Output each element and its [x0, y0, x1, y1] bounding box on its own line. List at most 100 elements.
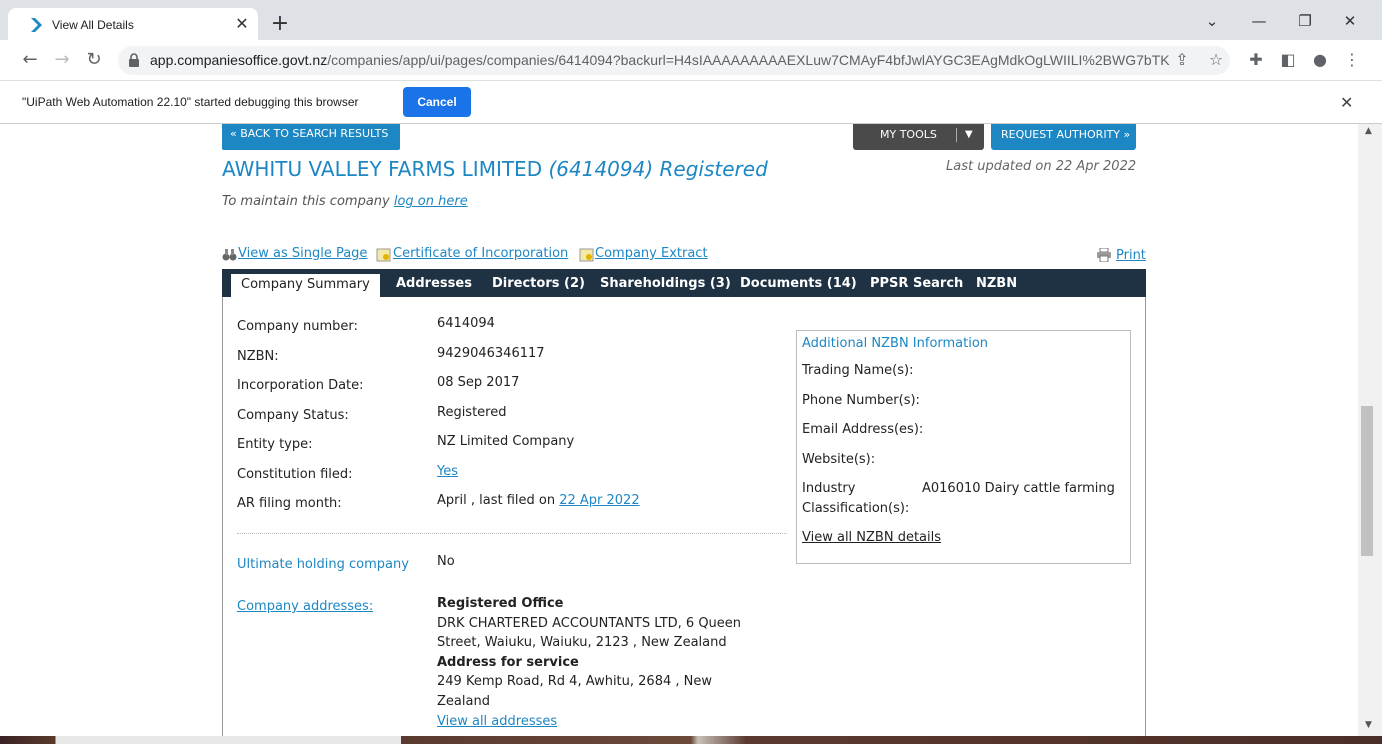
tab-shareholdings[interactable]: Shareholdings (3) [600, 269, 731, 297]
back-arrow-icon[interactable]: ← [18, 48, 42, 72]
registered-office-line-1: DRK CHARTERED ACCOUNTANTS LTD, 6 Queen [437, 615, 742, 631]
address-for-service-heading: Address for service [437, 654, 579, 670]
back-to-search-results-button[interactable]: « BACK TO SEARCH RESULTS [222, 124, 400, 150]
reload-icon[interactable]: ↻ [82, 48, 106, 72]
websites-label: Website(s): [802, 452, 876, 467]
ar-filing-prefix: April , last filed on [437, 493, 556, 508]
cancel-debugging-button[interactable]: Cancel [403, 87, 471, 117]
ar-filing-month-label: AR filing month: [237, 496, 342, 511]
binoculars-icon [222, 249, 237, 261]
company-addresses-block: Registered Office DRK CHARTERED ACCOUNTA… [437, 594, 741, 731]
ar-filing-month-value: April , last filed on 22 Apr 2022 [437, 493, 640, 508]
certificate-of-incorporation-link[interactable]: Certificate of Incorporation [393, 246, 568, 261]
address-for-service-line-1: 249 Kemp Road, Rd 4, Awhitu, 2684 , New [437, 674, 712, 690]
certificate-icon [376, 248, 391, 262]
company-extract-link[interactable]: Company Extract [595, 246, 708, 261]
tab-close-icon[interactable]: ✕ [232, 14, 252, 34]
menu-dots-icon[interactable]: ⋮ [1342, 50, 1362, 69]
registered-office-heading: Registered Office [437, 596, 564, 611]
company-title: AWHITU VALLEY FARMS LIMITED (6414094) Re… [222, 157, 768, 181]
company-status-value: Registered [437, 405, 507, 420]
nzbn-info-title: Additional NZBN Information [802, 336, 989, 351]
forward-arrow-icon[interactable]: → [50, 48, 74, 72]
company-id: (6414094) [548, 157, 654, 181]
os-taskbar-edge [0, 736, 1382, 744]
entity-type-label: Entity type: [237, 437, 313, 452]
lock-icon [129, 53, 139, 67]
incorporation-date-value: 08 Sep 2017 [437, 375, 520, 390]
tab-title: View All Details [52, 18, 134, 32]
tab-nzbn[interactable]: NZBN [976, 269, 1017, 297]
scroll-down-arrow-icon[interactable]: ▼ [1365, 720, 1372, 730]
registered-office-line-2: Street, Waiuku, Waiuku, 2123 , New Zeala… [437, 635, 727, 651]
my-tools-button[interactable]: MY TOOLS ▼ [853, 124, 984, 150]
maintain-prefix: To maintain this company [222, 194, 390, 209]
tab-search-icon[interactable]: ⌄ [1200, 12, 1224, 30]
my-tools-label: MY TOOLS [880, 128, 937, 141]
ar-filed-date-link[interactable]: 22 Apr 2022 [559, 493, 639, 508]
industry-classification-value: A016010 Dairy cattle farming [922, 481, 1115, 496]
profile-avatar-icon[interactable]: ● [1310, 50, 1330, 69]
restore-icon[interactable]: ❐ [1293, 12, 1317, 30]
log-on-link[interactable]: log on here [394, 194, 468, 209]
view-all-addresses-link[interactable]: View all addresses [437, 714, 557, 729]
dropdown-arrow-icon[interactable]: ▼ [965, 124, 973, 146]
tab-documents[interactable]: Documents (14) [740, 269, 857, 297]
address-for-service-line-2: Zealand [437, 693, 490, 709]
infobar-message: "UiPath Web Automation 22.10" started de… [22, 95, 359, 109]
scrollbar-thumb[interactable] [1361, 406, 1373, 556]
tab-ppsr-search[interactable]: PPSR Search [870, 269, 963, 297]
url-input[interactable]: app.companiesoffice.govt.nz/companies/ap… [118, 46, 1230, 75]
debugging-infobar: "UiPath Web Automation 22.10" started de… [0, 80, 1382, 124]
request-authority-button[interactable]: REQUEST AUTHORITY » [991, 124, 1136, 150]
nzbn-value: 9429046346117 [437, 346, 545, 361]
classification-label: Classification(s): [802, 501, 910, 516]
extensions-puzzle-icon[interactable]: ✚ [1246, 50, 1266, 69]
ultimate-holding-company-label: Ultimate holding company [237, 557, 409, 572]
nzbn-label: NZBN: [237, 349, 279, 364]
share-icon[interactable]: ⇪ [1172, 50, 1192, 69]
company-status-title: Registered [659, 157, 768, 181]
infobar-close-icon[interactable]: ✕ [1340, 93, 1353, 112]
printer-icon[interactable] [1096, 248, 1112, 262]
scroll-up-arrow-icon[interactable]: ▲ [1365, 126, 1372, 136]
bookmark-star-icon[interactable]: ☆ [1206, 50, 1226, 69]
uipath-favicon-icon [31, 18, 42, 32]
constitution-filed-value: Yes [437, 464, 458, 479]
industry-label: Industry [802, 481, 856, 496]
page-viewport: « BACK TO SEARCH RESULTS MY TOOLS ▼ REQU… [0, 124, 1358, 736]
minimize-icon[interactable]: — [1247, 12, 1271, 30]
last-updated: Last updated on 22 Apr 2022 [946, 159, 1137, 174]
company-name: AWHITU VALLEY FARMS LIMITED [222, 157, 543, 181]
company-number-value: 6414094 [437, 316, 495, 331]
trading-names-label: Trading Name(s): [802, 363, 914, 378]
phone-numbers-label: Phone Number(s): [802, 393, 920, 408]
constitution-filed-label: Constitution filed: [237, 467, 353, 482]
side-panel-icon[interactable]: ◧ [1278, 50, 1298, 69]
entity-type-value: NZ Limited Company [437, 434, 575, 449]
company-addresses-link[interactable]: Company addresses: [237, 599, 373, 614]
window-close-icon[interactable]: ✕ [1338, 12, 1362, 30]
new-tab-icon[interactable]: + [268, 12, 292, 36]
company-number-label: Company number: [237, 319, 358, 334]
company-extract-icon [579, 248, 594, 262]
view-as-single-page-link[interactable]: View as Single Page [238, 246, 367, 261]
tab-company-summary[interactable]: Company Summary [231, 274, 380, 297]
view-all-nzbn-details-link[interactable]: View all NZBN details [802, 530, 941, 545]
maintain-notice: To maintain this company log on here [222, 194, 468, 209]
section-divider [237, 533, 787, 534]
address-bar: ← → ↻ app.companiesoffice.govt.nz/compan… [0, 40, 1382, 80]
ultimate-holding-company-value: No [437, 554, 455, 569]
print-link[interactable]: Print [1116, 248, 1146, 263]
incorporation-date-label: Incorporation Date: [237, 378, 364, 393]
company-tabs: Company Summary Addresses Directors (2) … [222, 269, 1146, 297]
email-addresses-label: Email Address(es): [802, 422, 924, 437]
vertical-scrollbar[interactable]: ▲ ▼ [1358, 124, 1382, 736]
constitution-yes-link[interactable]: Yes [437, 464, 458, 479]
tab-addresses[interactable]: Addresses [396, 269, 472, 297]
additional-nzbn-info-box: Additional NZBN Information Trading Name… [796, 330, 1131, 564]
tab-directors[interactable]: Directors (2) [492, 269, 585, 297]
company-status-label: Company Status: [237, 408, 349, 423]
my-tools-separator [956, 128, 957, 142]
url-text: app.companiesoffice.govt.nz/companies/ap… [150, 52, 1170, 68]
